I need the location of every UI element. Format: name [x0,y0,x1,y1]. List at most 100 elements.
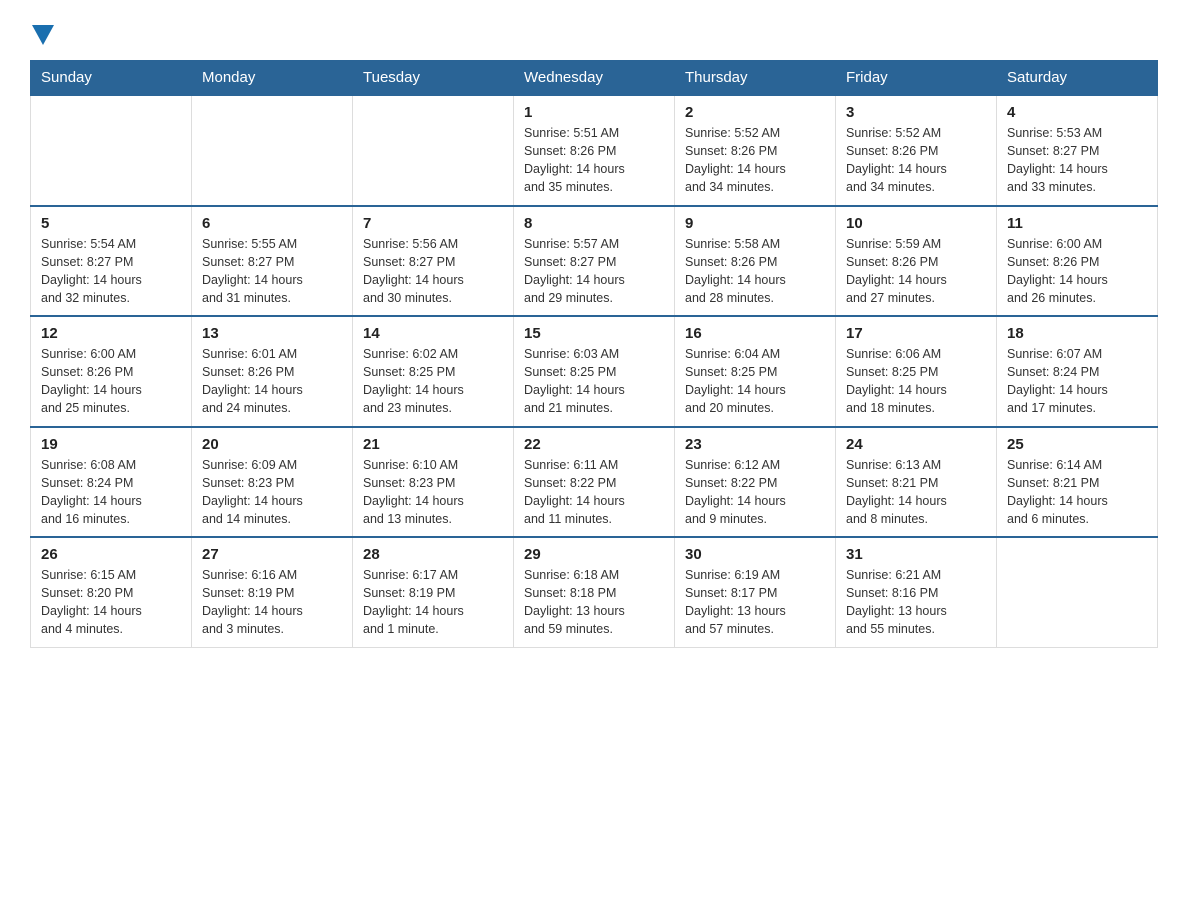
day-header-monday: Monday [192,61,353,96]
day-number: 26 [41,546,181,563]
day-info: Sunrise: 5:59 AM Sunset: 8:26 PM Dayligh… [846,235,986,308]
day-info: Sunrise: 6:01 AM Sunset: 8:26 PM Dayligh… [202,345,342,418]
day-info: Sunrise: 6:14 AM Sunset: 8:21 PM Dayligh… [1007,456,1147,529]
calendar-day-13: 13 Sunrise: 6:01 AM Sunset: 8:26 PM Dayli… [192,316,353,427]
day-info: Sunrise: 6:19 AM Sunset: 8:17 PM Dayligh… [685,566,825,639]
day-info: Sunrise: 5:51 AM Sunset: 8:26 PM Dayligh… [524,124,664,197]
calendar-day-23: 23 Sunrise: 6:12 AM Sunset: 8:22 PM Dayli… [675,427,836,538]
day-number: 23 [685,436,825,453]
calendar-day-4: 4 Sunrise: 5:53 AM Sunset: 8:27 PM Daylig… [997,95,1158,206]
day-number: 4 [1007,104,1147,121]
day-number: 5 [41,215,181,232]
day-number: 9 [685,215,825,232]
day-info: Sunrise: 5:53 AM Sunset: 8:27 PM Dayligh… [1007,124,1147,197]
day-info: Sunrise: 6:12 AM Sunset: 8:22 PM Dayligh… [685,456,825,529]
day-number: 1 [524,104,664,121]
day-info: Sunrise: 6:04 AM Sunset: 8:25 PM Dayligh… [685,345,825,418]
calendar-week-row: 19Sunrise: 6:08 AM Sunset: 8:24 PM Dayli… [31,427,1158,538]
day-number: 10 [846,215,986,232]
day-number: 17 [846,325,986,342]
day-info: Sunrise: 5:58 AM Sunset: 8:26 PM Dayligh… [685,235,825,308]
day-number: 12 [41,325,181,342]
day-header-tuesday: Tuesday [353,61,514,96]
calendar-day-12: 12 Sunrise: 6:00 AM Sunset: 8:26 PM Dayli… [31,316,192,427]
page-header [30,20,1158,50]
day-info: Sunrise: 6:15 AM Sunset: 8:20 PM Dayligh… [41,566,181,639]
day-info: Sunrise: 6:09 AM Sunset: 8:23 PM Dayligh… [202,456,342,529]
day-number: 19 [41,436,181,453]
day-info: Sunrise: 5:57 AM Sunset: 8:27 PM Dayligh… [524,235,664,308]
calendar-day-26: 26 Sunrise: 6:15 AM Sunset: 8:20 PM Dayli… [31,537,192,647]
calendar-day-15: 15Sunrise: 6:03 AM Sunset: 8:25 PM Dayli… [514,316,675,427]
day-header-thursday: Thursday [675,61,836,96]
day-info: Sunrise: 5:52 AM Sunset: 8:26 PM Dayligh… [846,124,986,197]
calendar-day-16: 16 Sunrise: 6:04 AM Sunset: 8:25 PM Dayli… [675,316,836,427]
day-number: 25 [1007,436,1147,453]
day-number: 29 [524,546,664,563]
calendar-day-29: 29 Sunrise: 6:18 AM Sunset: 8:18 PM Dayli… [514,537,675,647]
day-info: Sunrise: 6:00 AM Sunset: 8:26 PM Dayligh… [41,345,181,418]
day-number: 24 [846,436,986,453]
day-header-sunday: Sunday [31,61,192,96]
calendar-day-27: 27Sunrise: 6:16 AM Sunset: 8:19 PM Dayli… [192,537,353,647]
calendar-day-31: 31Sunrise: 6:21 AM Sunset: 8:16 PM Dayli… [836,537,997,647]
calendar-day-24: 24 Sunrise: 6:13 AM Sunset: 8:21 PM Dayli… [836,427,997,538]
calendar-day-1: 1 Sunrise: 5:51 AM Sunset: 8:26 PM Daylig… [514,95,675,206]
calendar-day-25: 25 Sunrise: 6:14 AM Sunset: 8:21 PM Dayli… [997,427,1158,538]
day-info: Sunrise: 5:54 AM Sunset: 8:27 PM Dayligh… [41,235,181,308]
day-number: 30 [685,546,825,563]
calendar-day-19: 19Sunrise: 6:08 AM Sunset: 8:24 PM Dayli… [31,427,192,538]
day-number: 15 [524,325,664,342]
logo-blue [30,20,54,50]
calendar-day-21: 21 Sunrise: 6:10 AM Sunset: 8:23 PM Dayli… [353,427,514,538]
day-info: Sunrise: 5:52 AM Sunset: 8:26 PM Dayligh… [685,124,825,197]
empty-day [997,537,1158,647]
day-number: 14 [363,325,503,342]
calendar-week-row: 12 Sunrise: 6:00 AM Sunset: 8:26 PM Dayli… [31,316,1158,427]
calendar-day-14: 14Sunrise: 6:02 AM Sunset: 8:25 PM Dayli… [353,316,514,427]
calendar-table: SundayMondayTuesdayWednesdayThursdayFrid… [30,60,1158,648]
day-info: Sunrise: 6:11 AM Sunset: 8:22 PM Dayligh… [524,456,664,529]
day-info: Sunrise: 6:16 AM Sunset: 8:19 PM Dayligh… [202,566,342,639]
calendar-day-22: 22Sunrise: 6:11 AM Sunset: 8:22 PM Dayli… [514,427,675,538]
day-info: Sunrise: 5:55 AM Sunset: 8:27 PM Dayligh… [202,235,342,308]
calendar-day-2: 2Sunrise: 5:52 AM Sunset: 8:26 PM Daylig… [675,95,836,206]
calendar-week-row: 1 Sunrise: 5:51 AM Sunset: 8:26 PM Daylig… [31,95,1158,206]
day-info: Sunrise: 6:07 AM Sunset: 8:24 PM Dayligh… [1007,345,1147,418]
day-number: 3 [846,104,986,121]
calendar-week-row: 5 Sunrise: 5:54 AM Sunset: 8:27 PM Daylig… [31,206,1158,317]
day-number: 6 [202,215,342,232]
day-info: Sunrise: 6:13 AM Sunset: 8:21 PM Dayligh… [846,456,986,529]
logo-triangle-icon [32,25,54,45]
calendar-day-18: 18Sunrise: 6:07 AM Sunset: 8:24 PM Dayli… [997,316,1158,427]
day-number: 28 [363,546,503,563]
calendar-day-5: 5 Sunrise: 5:54 AM Sunset: 8:27 PM Daylig… [31,206,192,317]
calendar-header-row: SundayMondayTuesdayWednesdayThursdayFrid… [31,61,1158,96]
calendar-day-9: 9 Sunrise: 5:58 AM Sunset: 8:26 PM Daylig… [675,206,836,317]
empty-day [192,95,353,206]
calendar-day-28: 28 Sunrise: 6:17 AM Sunset: 8:19 PM Dayli… [353,537,514,647]
day-info: Sunrise: 6:00 AM Sunset: 8:26 PM Dayligh… [1007,235,1147,308]
day-number: 11 [1007,215,1147,232]
empty-day [31,95,192,206]
day-info: Sunrise: 5:56 AM Sunset: 8:27 PM Dayligh… [363,235,503,308]
day-header-wednesday: Wednesday [514,61,675,96]
day-number: 16 [685,325,825,342]
empty-day [353,95,514,206]
day-number: 20 [202,436,342,453]
day-info: Sunrise: 6:10 AM Sunset: 8:23 PM Dayligh… [363,456,503,529]
day-info: Sunrise: 6:18 AM Sunset: 8:18 PM Dayligh… [524,566,664,639]
calendar-day-30: 30 Sunrise: 6:19 AM Sunset: 8:17 PM Dayli… [675,537,836,647]
calendar-day-7: 7Sunrise: 5:56 AM Sunset: 8:27 PM Daylig… [353,206,514,317]
day-info: Sunrise: 6:06 AM Sunset: 8:25 PM Dayligh… [846,345,986,418]
day-header-saturday: Saturday [997,61,1158,96]
calendar-week-row: 26 Sunrise: 6:15 AM Sunset: 8:20 PM Dayli… [31,537,1158,647]
calendar-day-3: 3 Sunrise: 5:52 AM Sunset: 8:26 PM Daylig… [836,95,997,206]
day-number: 21 [363,436,503,453]
day-number: 13 [202,325,342,342]
calendar-day-8: 8Sunrise: 5:57 AM Sunset: 8:27 PM Daylig… [514,206,675,317]
calendar-day-17: 17 Sunrise: 6:06 AM Sunset: 8:25 PM Dayli… [836,316,997,427]
day-number: 31 [846,546,986,563]
day-info: Sunrise: 6:17 AM Sunset: 8:19 PM Dayligh… [363,566,503,639]
calendar-day-11: 11 Sunrise: 6:00 AM Sunset: 8:26 PM Dayli… [997,206,1158,317]
